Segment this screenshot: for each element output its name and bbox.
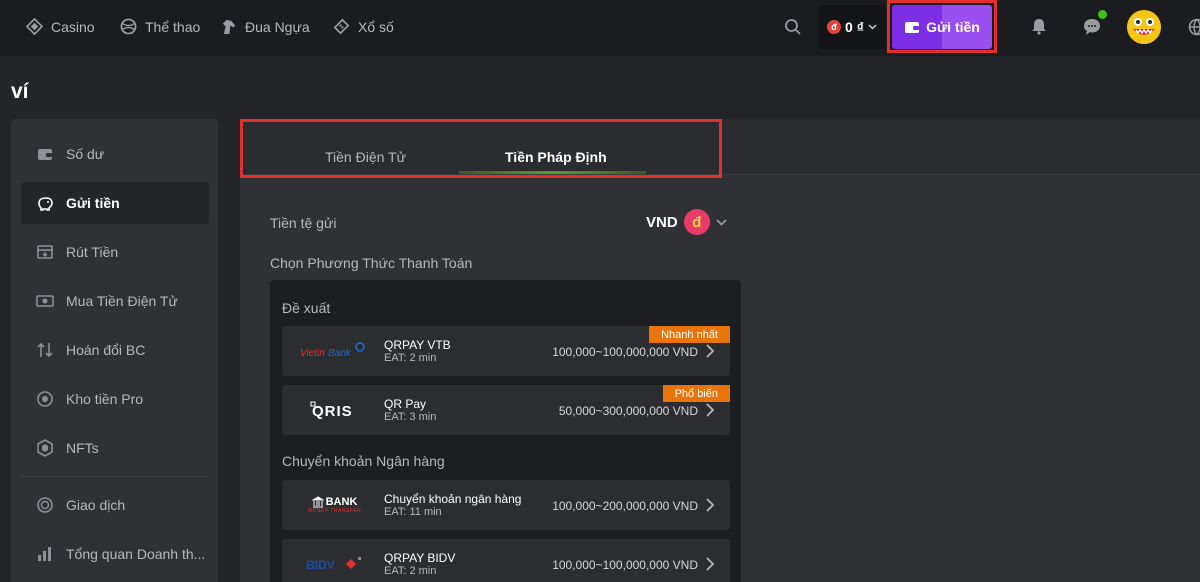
nft-icon	[37, 439, 53, 457]
bidv-logo: BIDV	[292, 551, 377, 577]
nav-horse-racing-label: Đua Ngựa	[245, 18, 310, 35]
withdraw-icon	[37, 245, 53, 259]
method-eat: EAT: 11 min	[384, 506, 442, 518]
payment-method-qrpay-vtb[interactable]: Vietin Bank QRPAY VTB EAT: 2 min 100,000~…	[282, 326, 730, 376]
payment-methods-list: Đề xuất Vietin Bank QRPAY VTB EAT: 2 min …	[270, 280, 741, 582]
sidebar-item-label: Gửi tiền	[66, 195, 120, 211]
method-range: 100,000~100,000,000 VND	[552, 558, 698, 572]
sidebar-item-label: Mua Tiền Điện Tử	[66, 293, 178, 309]
nav-horse-racing[interactable]: Đua Ngựa	[220, 18, 310, 35]
nav-casino-label: Casino	[51, 18, 95, 35]
recommended-section-title: Đề xuất	[282, 300, 331, 316]
chevron-down-icon	[716, 218, 727, 226]
balance-selector[interactable]: đ 0 ₫	[818, 5, 886, 49]
method-range: 100,000~100,000,000 VND	[552, 345, 698, 359]
sidebar-item-transactions[interactable]: Giao dịch	[21, 484, 209, 526]
qris-logo: QRIS	[292, 397, 377, 423]
coin-icon: đ	[827, 20, 841, 34]
sidebar-item-swap[interactable]: Hoán đổi BC	[21, 329, 209, 371]
chat-icon[interactable]	[1082, 17, 1102, 37]
sidebar-item-label: Kho tiền Pro	[66, 391, 144, 407]
vault-icon	[37, 391, 53, 407]
sidebar-item-withdraw[interactable]: Rút Tiền	[21, 231, 209, 273]
currency-selector[interactable]: VND đ	[646, 209, 727, 235]
chevron-right-icon	[706, 344, 714, 358]
deposit-highlight-box	[887, 0, 997, 53]
method-name: QRPAY VTB	[384, 338, 451, 352]
avatar[interactable]	[1127, 10, 1161, 44]
sidebar-divider	[21, 476, 209, 477]
deposit-currency-label: Tiền tệ gửi	[270, 215, 337, 231]
payment-method-label: Chọn Phương Thức Thanh Toán	[270, 255, 473, 271]
nav-sports[interactable]: Thể thao	[120, 18, 200, 35]
diamond-icon	[26, 18, 43, 35]
page-title: ví	[11, 80, 29, 103]
sidebar-item-label: Hoán đổi BC	[66, 342, 146, 358]
method-name: QR Pay	[384, 397, 427, 411]
svg-text:QRIS: QRIS	[312, 403, 353, 420]
sidebar-item-revenue-overview[interactable]: Tổng quan Doanh th...	[21, 533, 209, 575]
sidebar-item-balance[interactable]: Số dư	[21, 133, 209, 175]
sidebar-item-buy-crypto[interactable]: Mua Tiền Điện Tử	[21, 280, 209, 322]
lottery-icon	[333, 18, 350, 35]
method-eat: EAT: 2 min	[384, 565, 437, 577]
buy-crypto-icon	[36, 295, 54, 307]
online-indicator	[1098, 10, 1107, 19]
piggy-bank-icon	[38, 197, 53, 211]
method-range: 50,000~300,000,000 VND	[558, 404, 698, 418]
globe-icon[interactable]	[1188, 18, 1200, 36]
ball-icon	[120, 18, 137, 35]
deposit-panel: Tiền Điện Tử Tiền Pháp Định Tiền tệ gửi …	[240, 119, 1200, 582]
sidebar-item-label: Giao dịch	[66, 497, 126, 513]
balance-amount: 0	[845, 19, 853, 35]
method-name: QRPAY BIDV	[384, 551, 456, 565]
sidebar-item-vault[interactable]: Kho tiền Pro	[21, 378, 209, 420]
payment-method-bank-transfer[interactable]: BANK MONEY TRANSFER Chuyển khoản ngân hà…	[282, 480, 730, 530]
chevron-down-icon	[868, 24, 877, 30]
chevron-right-icon	[706, 403, 714, 417]
sidebar-item-label: Rút Tiền	[66, 244, 119, 260]
nav-sports-label: Thể thao	[145, 18, 201, 35]
bank-logo-subtext: MONEY TRANSFER	[307, 508, 362, 514]
currency-code: VND	[646, 213, 678, 231]
svg-text:Vietin: Vietin	[300, 348, 325, 359]
vietinbank-logo: Vietin Bank	[292, 338, 377, 364]
bank-logo-text: BANK	[325, 496, 358, 508]
chart-icon	[38, 547, 51, 561]
transactions-icon	[37, 497, 53, 513]
method-name: Chuyển khoản ngân hàng	[384, 492, 522, 506]
top-navbar: Casino Thể thao Đua Ngựa Xổ số đ 0 ₫ Gửi…	[0, 0, 1200, 56]
nav-lottery-label: Xổ số	[358, 18, 394, 35]
method-eat: EAT: 3 min	[384, 411, 437, 423]
method-eat: EAT: 2 min	[384, 352, 437, 364]
balance-symbol: ₫	[856, 19, 864, 35]
payment-method-qrpay-bidv[interactable]: BIDV QRPAY BIDV EAT: 2 min 100,000~100,0…	[282, 539, 730, 582]
wallet-sidebar: Số dư Gửi tiền Rút Tiền Mua Tiền Điện Tử…	[11, 119, 218, 582]
bank-transfer-section-title: Chuyển khoản Ngân hàng	[282, 453, 445, 469]
tabs-highlight-box	[240, 119, 722, 178]
svg-text:Bank: Bank	[328, 348, 352, 359]
chevron-right-icon	[706, 498, 714, 512]
fastest-badge: Nhanh nhất	[649, 326, 730, 343]
chevron-right-icon	[706, 557, 714, 571]
search-icon[interactable]	[784, 18, 802, 36]
sidebar-item-nfts[interactable]: NFTs	[21, 427, 209, 469]
swap-icon	[37, 342, 53, 358]
dong-coin-icon: đ	[683, 209, 710, 235]
svg-text:BIDV: BIDV	[306, 558, 335, 572]
wallet-icon	[38, 149, 52, 160]
bell-icon[interactable]	[1030, 17, 1048, 35]
payment-method-qr-pay[interactable]: QRIS QR Pay EAT: 3 min 50,000~300,000,00…	[282, 385, 730, 435]
sidebar-item-label: NFTs	[66, 440, 99, 456]
sidebar-item-label: Số dư	[66, 146, 105, 162]
sidebar-item-deposit[interactable]: Gửi tiền	[21, 182, 209, 224]
bank-transfer-logo: BANK MONEY TRANSFER	[292, 492, 377, 518]
monster-avatar-icon	[1127, 10, 1161, 44]
sidebar-item-label: Tổng quan Doanh th...	[66, 546, 206, 562]
method-range: 100,000~200,000,000 VND	[552, 499, 698, 513]
nav-lottery[interactable]: Xổ số	[333, 18, 394, 35]
horse-icon	[222, 19, 236, 35]
popular-badge: Phổ biến	[662, 385, 730, 402]
nav-casino[interactable]: Casino	[26, 18, 95, 35]
